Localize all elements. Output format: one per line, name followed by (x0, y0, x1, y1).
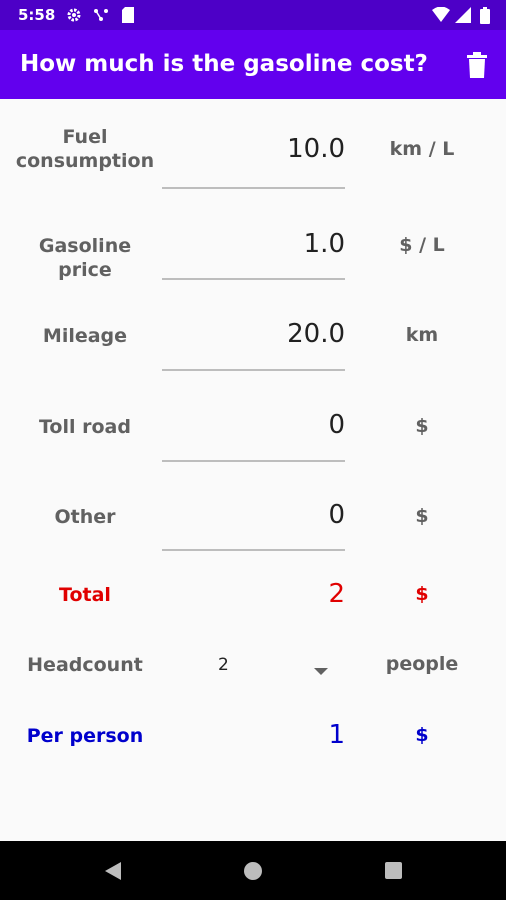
toll-road-label: Toll road (39, 416, 131, 438)
headcount-dropdown[interactable]: 2 (162, 648, 345, 682)
chevron-down-icon (314, 661, 328, 680)
mileage-label: Mileage (42, 325, 128, 347)
mileage-input[interactable]: 20.0 (162, 319, 345, 349)
toll-road-input[interactable]: 0 (162, 410, 345, 440)
app-bar: How much is the gasoline cost? (0, 30, 506, 99)
other-label: Other (54, 506, 116, 528)
back-icon[interactable] (103, 861, 123, 885)
gasoline-price-underline (162, 278, 345, 280)
per-person-value: 1 (328, 720, 345, 750)
battery-icon (480, 7, 490, 28)
navigation-bar (0, 841, 506, 900)
sd-card-icon (121, 7, 135, 27)
status-time: 5:58 (18, 6, 56, 24)
status-bar: 5:58 (0, 0, 506, 30)
home-icon[interactable] (243, 861, 263, 885)
gear-icon (66, 7, 82, 27)
gasoline-price-unit: $ / L (399, 234, 445, 256)
mileage-underline (162, 369, 345, 371)
toll-road-unit: $ (415, 415, 429, 437)
network-icon (93, 7, 109, 27)
fuel-consumption-unit: km / L (389, 138, 455, 160)
gasoline-price-label: Gasoline price (38, 235, 132, 281)
wifi-icon (432, 6, 450, 27)
fuel-consumption-label: Fuel consumption (15, 126, 155, 172)
fuel-consumption-underline (162, 187, 345, 189)
recents-icon[interactable] (384, 861, 403, 884)
per-person-label: Per person (26, 725, 144, 747)
fuel-consumption-input[interactable]: 10.0 (162, 134, 345, 164)
page-title: How much is the gasoline cost? (20, 51, 428, 77)
headcount-label: Headcount (27, 654, 143, 676)
total-value: 2 (328, 579, 345, 609)
total-label: Total (59, 584, 111, 606)
headcount-selected-value: 2 (218, 655, 229, 675)
headcount-unit: people (385, 653, 459, 675)
other-underline (162, 549, 345, 551)
trash-icon[interactable] (466, 52, 488, 82)
gasoline-price-input[interactable]: 1.0 (162, 229, 345, 259)
other-input[interactable]: 0 (162, 500, 345, 530)
toll-road-underline (162, 460, 345, 462)
total-unit: $ (415, 583, 429, 605)
mileage-unit: km (405, 324, 439, 346)
other-unit: $ (415, 505, 429, 527)
per-person-unit: $ (415, 724, 429, 746)
signal-icon (455, 7, 471, 27)
